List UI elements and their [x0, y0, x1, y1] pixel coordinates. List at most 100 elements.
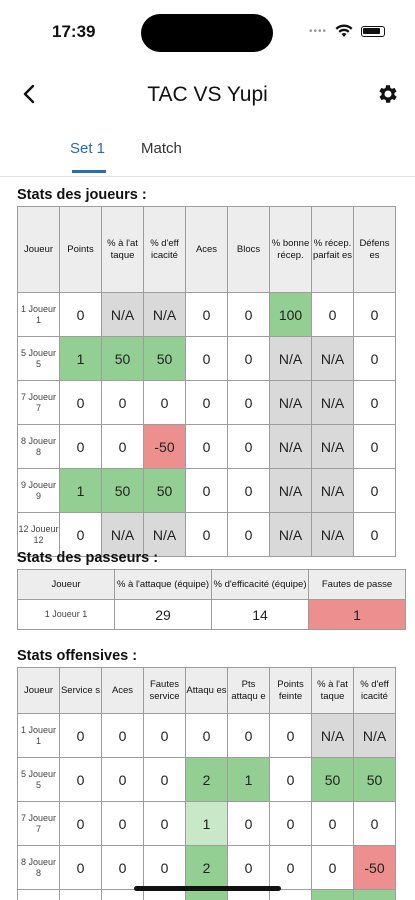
stat-cell: N/A	[269, 512, 312, 557]
tab-match[interactable]: Match	[141, 140, 182, 157]
player-cell: 8 Joueur 8	[17, 424, 60, 469]
stat-cell	[59, 889, 102, 900]
tab-set-1[interactable]: Set 1	[70, 140, 105, 157]
stat-cell	[185, 889, 228, 900]
setters-stats-title: Stats des passeurs :	[17, 550, 159, 566]
stat-cell: 50	[311, 757, 354, 802]
column-header: Service s	[59, 667, 102, 714]
player-cell: 9	[17, 889, 60, 900]
column-header: Aces	[101, 667, 144, 714]
tab-divider	[0, 176, 415, 177]
column-header: Points feinte	[269, 667, 312, 714]
stat-cell: 0	[353, 336, 396, 381]
stat-cell: 0	[311, 292, 354, 337]
gear-icon[interactable]	[376, 82, 400, 106]
column-header: % à l'at taque	[101, 206, 144, 293]
stat-cell: 0	[59, 424, 102, 469]
column-header: Joueur	[17, 667, 60, 714]
stat-cell: 0	[143, 380, 186, 425]
table-row: 1 Joueur 1 0 N/A N/A 0 0 100 0 0	[17, 292, 396, 337]
stat-cell: 0	[185, 292, 228, 337]
column-header: % à l'at taque	[311, 667, 354, 714]
stats-content[interactable]: Stats des joueurs : Joueur Points% à l'at…	[0, 178, 415, 900]
column-header: Joueur	[17, 569, 115, 600]
table-row: 5 Joueur 5 1 50 50 0 0 N/A N/A 0	[17, 336, 396, 381]
stat-cell: 0	[311, 845, 354, 890]
stat-cell: 0	[227, 292, 270, 337]
stat-cell: N/A	[311, 468, 354, 513]
stat-cell: 14	[211, 599, 309, 630]
offensive-stats-title: Stats offensives :	[17, 648, 138, 664]
stat-cell: N/A	[269, 424, 312, 469]
stat-cell: 0	[185, 468, 228, 513]
stat-cell: N/A	[269, 380, 312, 425]
stat-cell: 0	[101, 380, 144, 425]
player-cell: 8 Joueur 8	[17, 845, 60, 890]
stat-cell: N/A	[269, 336, 312, 381]
stat-cell: N/A	[311, 713, 354, 758]
stat-cell: 0	[143, 845, 186, 890]
player-cell: 5 Joueur 5	[17, 757, 60, 802]
stat-cell	[143, 889, 186, 900]
column-header: % bonne récep.	[269, 206, 312, 293]
table-row: 9	[17, 889, 396, 900]
stat-cell: N/A	[311, 512, 354, 557]
player-cell: 1 Joueur 1	[17, 713, 60, 758]
stat-cell: 0	[185, 424, 228, 469]
stat-cell	[227, 889, 270, 900]
table-header-row: Joueur Service s Aces Fautes service Attaqu …	[17, 667, 396, 714]
player-cell: 5 Joueur 5	[17, 336, 60, 381]
stat-cell: 0	[143, 801, 186, 846]
stat-cell: 0	[227, 468, 270, 513]
page-title: TAC VS Yupi	[147, 83, 268, 106]
stat-cell: 0	[227, 380, 270, 425]
column-header: % à l'attaque (équipe)	[114, 569, 212, 600]
stat-cell: 50	[101, 336, 144, 381]
player-cell: 9 Joueur 9	[17, 468, 60, 513]
stat-cell: 0	[101, 757, 144, 802]
table-row: 8 Joueur 8 0 0 0 2 0 0 0 -50	[17, 845, 396, 890]
player-cell: 7 Joueur 7	[17, 801, 60, 846]
stat-cell: -50	[143, 424, 186, 469]
stat-cell: 0	[311, 801, 354, 846]
column-header: Défens es	[353, 206, 396, 293]
table-row: 5 Joueur 5 0 0 0 2 1 0 50 50	[17, 757, 396, 802]
stat-cell: 0	[353, 292, 396, 337]
stat-cell: 0	[353, 801, 396, 846]
table-row: 1 Joueur 1 0 0 0 0 0 0 N/A N/A	[17, 713, 396, 758]
table-row: 1 Joueur 1 29 14 1	[17, 599, 406, 630]
stat-cell: 1	[227, 757, 270, 802]
stat-cell: 0	[227, 512, 270, 557]
stat-cell: N/A	[101, 292, 144, 337]
wifi-icon	[335, 24, 353, 37]
player-cell: 1 Joueur 1	[17, 599, 115, 630]
stat-cell: -50	[353, 845, 396, 890]
stat-cell: 29	[114, 599, 212, 630]
column-header: % d'eff icacité	[353, 667, 396, 714]
stat-cell: N/A	[143, 292, 186, 337]
column-header: Joueur	[17, 206, 60, 293]
table-row: 9 Joueur 9 1 50 50 0 0 N/A N/A 0	[17, 468, 396, 513]
stat-cell: 0	[59, 292, 102, 337]
stat-cell: 2	[185, 845, 228, 890]
stat-cell: 0	[101, 845, 144, 890]
column-header: % d'efficacité (équipe)	[211, 569, 309, 600]
stat-cell: N/A	[311, 424, 354, 469]
stat-cell: 0	[59, 380, 102, 425]
stat-cell: N/A	[311, 336, 354, 381]
column-header: Aces	[185, 206, 228, 293]
stat-cell: 0	[227, 424, 270, 469]
offensive-stats-table: Joueur Service s Aces Fautes service Attaqu …	[17, 667, 396, 900]
table-row: 8 Joueur 8 0 0 -50 0 0 N/A N/A 0	[17, 424, 396, 469]
status-icons: ••••	[309, 24, 385, 38]
stat-cell: 0	[227, 801, 270, 846]
stat-cell: 50	[143, 468, 186, 513]
column-header: Attaqu es	[185, 667, 228, 714]
stat-cell: 1	[59, 336, 102, 381]
stat-cell: 0	[269, 713, 312, 758]
stat-cell: 0	[227, 336, 270, 381]
table-row: 7 Joueur 7 0 0 0 0 0 N/A N/A 0	[17, 380, 396, 425]
stat-cell: 0	[59, 845, 102, 890]
active-tab-indicator	[72, 170, 106, 173]
players-stats-title: Stats des joueurs :	[17, 187, 147, 203]
